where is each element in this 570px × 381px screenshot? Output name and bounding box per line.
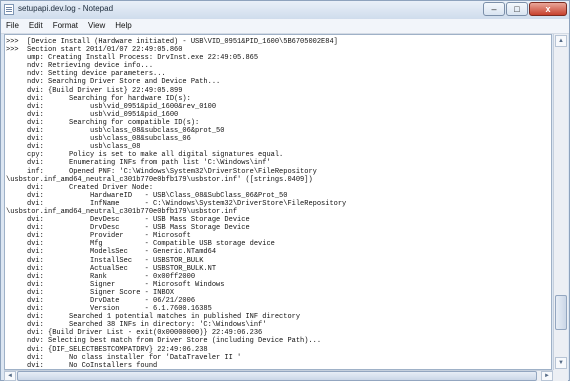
log-line: dvi: HardwareID - USB\Class_08&SubClass_… (6, 191, 288, 200)
log-line: dvi: usb\class_08 (6, 143, 141, 152)
log-line: dvi: Searched 1 potential matches in pub… (6, 313, 301, 322)
log-line: dvi: usb\class_08&subclass_06&prot_50 (6, 127, 225, 136)
log-line: dvi: Searching for hardware ID(s): (6, 94, 191, 103)
title-bar[interactable]: setupapi.dev.log - Notepad – □ x (1, 1, 569, 19)
log-line: dvi: InfName - C:\Windows\System32\Drive… (6, 199, 347, 208)
log-line: dvi: Signer - Microsoft Windows (6, 280, 225, 289)
log-line: dvi: Searching for compatible ID(s): (6, 118, 200, 127)
close-button[interactable]: x (529, 2, 567, 16)
log-line: dvi: InstallSec - USBSTOR_BULK (6, 256, 204, 265)
scroll-left-button[interactable]: ◄ (4, 371, 16, 381)
log-line: cpy: Policy is set to make all digital s… (6, 151, 284, 160)
maximize-button[interactable]: □ (506, 2, 528, 16)
log-line: inf: Opened PNF: 'C:\Windows\System32\Dr… (6, 167, 317, 176)
log-line: >>> [Device Install (Hardware initiated)… (6, 38, 338, 46)
scroll-right-button[interactable]: ► (541, 371, 553, 381)
log-line: dvi: Version - 6.1.7600.16385 (6, 305, 212, 314)
caption-buttons: – □ x (482, 2, 567, 16)
log-line: \usbstor.inf_amd64_neutral_c301b770e0bfb… (6, 175, 313, 184)
minimize-button[interactable]: – (483, 2, 505, 16)
log-line: ump: Creating Install Process: DrvInst.e… (6, 54, 259, 63)
log-line: dvi: Enumerating INFs from path list 'C:… (6, 159, 271, 168)
scroll-up-button[interactable]: ▲ (555, 35, 567, 47)
log-line: dvi: Mfg - Compatible USB storage device (6, 240, 275, 249)
horizontal-scrollbar[interactable]: ◄ ► (4, 370, 553, 381)
text-editor[interactable]: >>> [Device Install (Hardware initiated)… (4, 34, 552, 370)
log-line: dvi: Created Driver Node: (6, 183, 154, 192)
log-line: dvi: {DIF_SELECTBESTCOMPATDRV} 22:49:06.… (6, 345, 208, 354)
log-line: ndv: Retrieving device info... (6, 62, 154, 71)
log-line: dvi: Provider - Microsoft (6, 232, 191, 241)
window-title: setupapi.dev.log - Notepad (18, 4, 114, 13)
menu-view[interactable]: View (83, 19, 110, 33)
vertical-scrollbar[interactable]: ▲ ▼ (553, 34, 568, 370)
log-line: dvi: DrvDate - 06/21/2006 (6, 297, 196, 305)
resize-grip[interactable] (553, 370, 568, 381)
log-line: dvi: No CoInstallers found (6, 361, 158, 370)
menu-file[interactable]: File (1, 19, 24, 33)
menu-bar: File Edit Format View Help (1, 19, 569, 34)
log-line: dvi: Signer Score - INBOX (6, 288, 175, 297)
log-line: dvi: No class installer for 'DataTravele… (6, 353, 242, 362)
log-line: ndv: Setting device parameters... (6, 70, 166, 79)
log-line: dvi: DevDesc - USB Mass Storage Device (6, 216, 250, 225)
menu-help[interactable]: Help (110, 19, 136, 33)
log-line: dvi: ActualSec - USBSTOR_BULK.NT (6, 264, 217, 273)
notepad-app-icon[interactable] (4, 4, 14, 15)
menu-edit[interactable]: Edit (24, 19, 48, 33)
log-text[interactable]: >>> [Device Install (Hardware initiated)… (6, 38, 347, 370)
log-line: ndv: Searching Driver Store and Device P… (6, 78, 221, 87)
log-line: ndv: Selecting best match from Driver St… (6, 337, 322, 346)
log-line: dvi: {Build Driver List} 22:49:05.899 (6, 86, 183, 95)
log-line: dvi: Rank - 0x00ff2000 (6, 272, 196, 281)
log-line: dvi: usb\class_08&subclass_06 (6, 135, 191, 144)
log-line: dvi: {Build Driver List - exit(0x0000000… (6, 329, 263, 338)
horizontal-scroll-thumb[interactable] (17, 371, 537, 381)
log-line: >>> Section start 2011/01/07 22:49:05.86… (6, 46, 183, 55)
log-line: dvi: DrvDesc - USB Mass Storage Device (6, 224, 250, 233)
scroll-down-button[interactable]: ▼ (555, 357, 567, 369)
log-line: dvi: usb\vid_0951&pid_1600&rev_0100 (6, 102, 217, 111)
menu-format[interactable]: Format (48, 19, 83, 33)
log-line: dvi: usb\vid_0951&pid_1600 (6, 110, 179, 119)
notepad-window: setupapi.dev.log - Notepad – □ x File Ed… (0, 0, 570, 381)
vertical-scroll-thumb[interactable] (555, 295, 567, 330)
log-line: \usbstor.inf_amd64_neutral_c301b770e0bfb… (6, 207, 238, 216)
log-line: dvi: Searched 38 INFs in directory: 'C:\… (6, 321, 267, 330)
log-line: dvi: ModelsSec - Generic.NTamd64 (6, 248, 217, 257)
